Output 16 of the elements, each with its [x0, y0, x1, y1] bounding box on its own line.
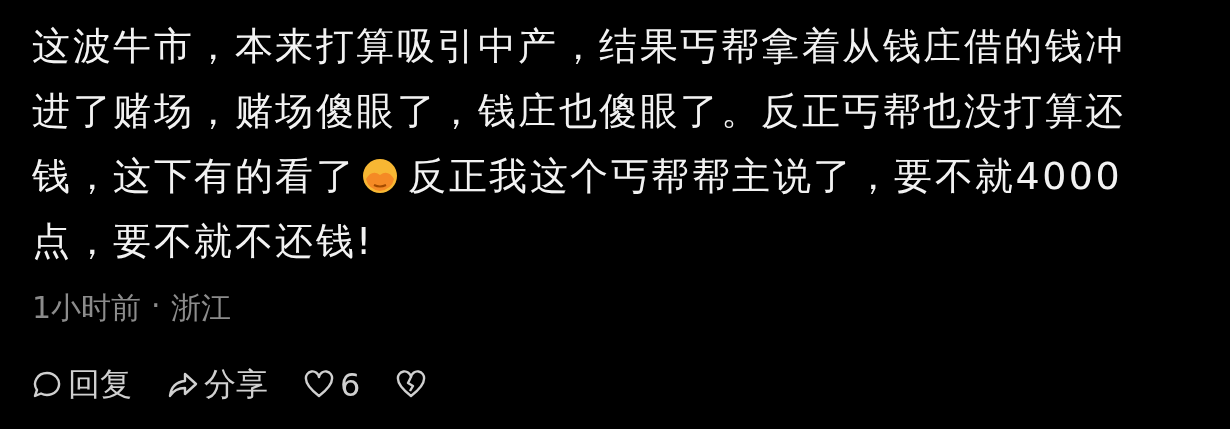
comment-time: 1小时前 — [32, 289, 142, 327]
reply-button[interactable]: 回复 — [32, 363, 132, 407]
separator-dot: · — [151, 288, 161, 325]
comment-text: 这波牛市，本来打算吸引中产，结果丐帮拿着从钱庄借的钱冲 — [32, 24, 1126, 68]
share-icon — [168, 370, 198, 400]
like-button[interactable]: 6 — [304, 366, 361, 404]
dislike-button[interactable] — [396, 370, 427, 400]
comment-icon — [32, 370, 62, 400]
broken-heart-icon — [396, 370, 427, 400]
share-button[interactable]: 分享 — [168, 363, 268, 407]
comment-text: 点，要不就不还钱! — [32, 219, 374, 263]
comment-text: 反正我这个丐帮帮主说了，要不就4000 — [408, 154, 1123, 198]
comment-location: 浙江 — [170, 289, 231, 327]
comment-text: 进了赌场，赌场傻眼了，钱庄也傻眼了。反正丐帮也没打算还 — [32, 89, 1126, 133]
comment-text: 钱，这下有的看了 — [32, 154, 356, 198]
heart-icon — [304, 370, 334, 400]
